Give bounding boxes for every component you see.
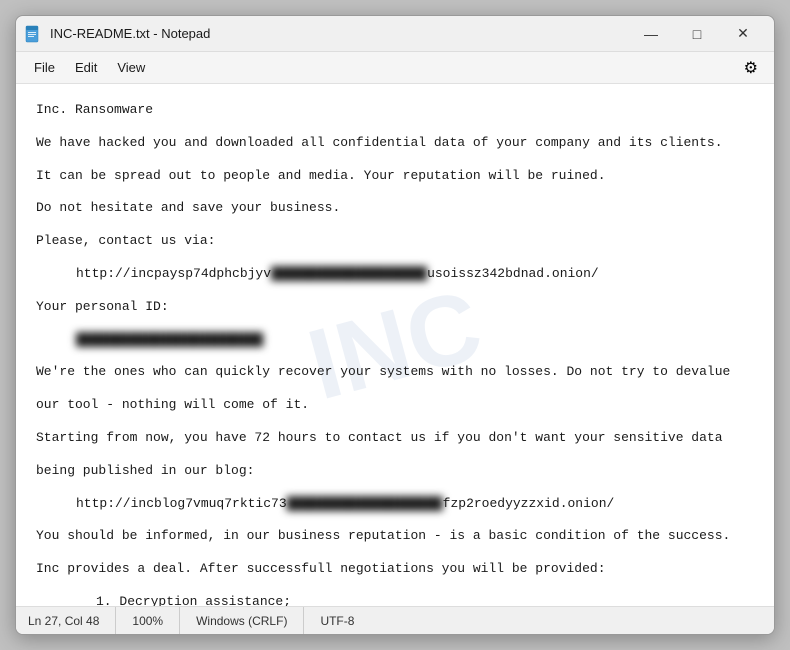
- menu-file[interactable]: File: [24, 56, 65, 79]
- menu-bar: File Edit View ⚙: [16, 52, 774, 84]
- zoom-level: 100%: [116, 607, 180, 634]
- list-item-1: 1. Decryption assistance;: [96, 592, 754, 606]
- para3-line2: our tool - nothing will come of it.: [36, 395, 754, 416]
- minimize-button[interactable]: —: [628, 16, 674, 52]
- url1-end: usoissz342bdnad.onion/: [427, 266, 599, 281]
- settings-icon[interactable]: ⚙: [736, 54, 766, 82]
- notepad-window: INC-README.txt - Notepad — □ ✕ File Edit…: [15, 15, 775, 635]
- personal-id-label: Your personal ID:: [36, 297, 754, 318]
- app-icon: [24, 25, 42, 43]
- status-bar: Ln 27, Col 48 100% Windows (CRLF) UTF-8: [16, 606, 774, 634]
- para3-line1: We're the ones who can quickly recover y…: [36, 362, 754, 383]
- para1-line3: Do not hesitate and save your business.: [36, 198, 754, 219]
- url2-start: http://incblog7vmuq7rktic73: [76, 496, 287, 511]
- window-controls: — □ ✕: [628, 16, 766, 52]
- url1-redacted: ████████████████████: [271, 266, 427, 281]
- contact-label: Please, contact us via:: [36, 231, 754, 252]
- url1-start: http://incpaysp74dphcbjyv: [76, 266, 271, 281]
- url2-redacted: ████████████████████: [287, 496, 443, 511]
- title-bar: INC-README.txt - Notepad — □ ✕: [16, 16, 774, 52]
- encoding: UTF-8: [304, 607, 370, 634]
- personal-id-value: ████████████████████████: [76, 330, 754, 351]
- heading-line: Inc. Ransomware: [36, 100, 754, 121]
- para1-line2: It can be spread out to people and media…: [36, 166, 754, 187]
- cursor-position: Ln 27, Col 48: [28, 607, 116, 634]
- deal-line: Inc provides a deal. After successfull n…: [36, 559, 754, 580]
- para4-line1: Starting from now, you have 72 hours to …: [36, 428, 754, 449]
- line-ending: Windows (CRLF): [180, 607, 304, 634]
- para1-line1: We have hacked you and downloaded all co…: [36, 133, 754, 154]
- url2: http://incblog7vmuq7rktic73█████████████…: [76, 494, 754, 515]
- para4-line2: being published in our blog:: [36, 461, 754, 482]
- window-title: INC-README.txt - Notepad: [50, 26, 628, 41]
- url1: http://incpaysp74dphcbjyv███████████████…: [76, 264, 754, 285]
- menu-view[interactable]: View: [107, 56, 155, 79]
- url2-end: fzp2roedyyzzxid.onion/: [443, 496, 615, 511]
- reputation-line: You should be informed, in our business …: [36, 526, 754, 547]
- editor-content: Inc. Ransomware We have hacked you and d…: [36, 100, 754, 606]
- maximize-button[interactable]: □: [674, 16, 720, 52]
- close-button[interactable]: ✕: [720, 16, 766, 52]
- menu-edit[interactable]: Edit: [65, 56, 107, 79]
- editor-area[interactable]: INC Inc. Ransomware We have hacked you a…: [16, 84, 774, 606]
